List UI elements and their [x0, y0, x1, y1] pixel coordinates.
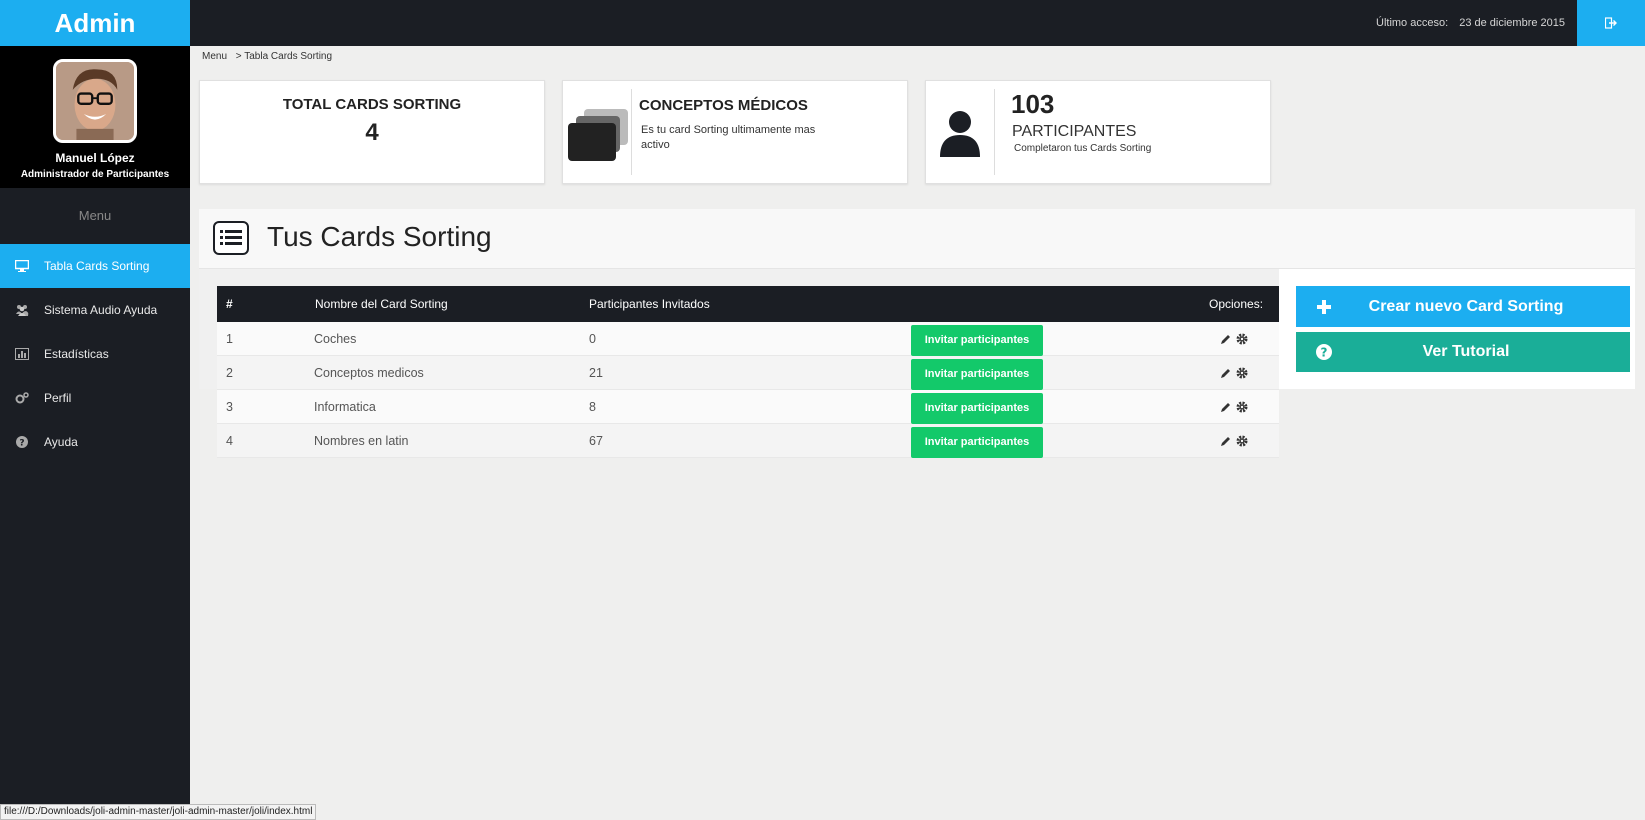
invite-participants-button[interactable]: Invitar participantes — [911, 325, 1043, 356]
row-options — [1220, 322, 1248, 356]
plus-icon — [1296, 299, 1352, 314]
table-row: 3 Informatica 8 Invitar participantes — [217, 390, 1279, 424]
top-bar: Último acceso: 23 de diciembre 2015 — [190, 0, 1645, 46]
logout-button[interactable] — [1577, 0, 1645, 46]
row-options — [1220, 390, 1248, 424]
avatar-image — [56, 62, 134, 140]
avatar[interactable] — [53, 59, 137, 143]
user-icon — [940, 111, 980, 157]
sidebar-item-label: Estadísticas — [44, 347, 109, 361]
gear-icon[interactable] — [1236, 435, 1248, 447]
row-num: 4 — [226, 434, 233, 448]
row-options — [1220, 424, 1248, 458]
stat-card-total: TOTAL CARDS SORTING 4 — [199, 80, 545, 184]
svg-text:?: ? — [19, 439, 24, 449]
table-row: 4 Nombres en latin 67 Invitar participan… — [217, 424, 1279, 458]
edit-icon[interactable] — [1220, 333, 1232, 345]
sidebar-item-label: Perfil — [44, 391, 72, 405]
breadcrumb-root[interactable]: Menu — [202, 51, 227, 62]
gears-icon — [14, 391, 30, 405]
row-name: Informatica — [314, 400, 376, 414]
stat-participants-label: PARTICIPANTES — [1012, 123, 1137, 140]
brand-logo[interactable]: Admin — [0, 0, 190, 46]
svg-text:?: ? — [1321, 346, 1328, 360]
edit-icon[interactable] — [1220, 435, 1232, 447]
header-name: Nombre del Card Sorting — [315, 297, 448, 311]
table-row: 1 Coches 0 Invitar participantes — [217, 322, 1279, 356]
sidebar-item-label: Ayuda — [44, 435, 78, 449]
sidebar: Admin Manuel López Administrador de Part… — [0, 0, 190, 820]
profile-card: Manuel López Administrador de Participan… — [0, 46, 190, 188]
row-name: Conceptos medicos — [314, 366, 424, 380]
row-num: 1 — [226, 332, 233, 346]
list-icon — [213, 221, 249, 255]
profile-name: Manuel López — [55, 151, 135, 165]
sidebar-item-estadisticas[interactable]: Estadísticas — [0, 332, 190, 376]
stat-card-participants: 103 PARTICIPANTES Completaron tus Cards … — [925, 80, 1271, 184]
create-button-label: Crear nuevo Card Sorting — [1368, 297, 1564, 315]
invite-participants-button[interactable]: Invitar participantes — [911, 359, 1043, 390]
breadcrumb-current: > Tabla Cards Sorting — [235, 51, 333, 62]
cards-stack-icon — [568, 109, 628, 161]
row-options — [1220, 356, 1248, 390]
sidebar-item-perfil[interactable]: Perfil — [0, 376, 190, 420]
sidebar-item-label: Sistema Audio Ayuda — [44, 303, 158, 317]
breadcrumb: Menu > Tabla Cards Sorting — [202, 51, 338, 62]
stat-participants-sub: Completaron tus Cards Sorting — [1014, 143, 1152, 154]
last-access: Último acceso: 23 de diciembre 2015 — [1376, 0, 1565, 46]
gear-icon[interactable] — [1236, 401, 1248, 413]
sidebar-item-ayuda[interactable]: ? Ayuda — [0, 420, 190, 464]
stat-total-title: TOTAL CARDS SORTING — [282, 96, 462, 113]
header-invited: Participantes Invitados — [589, 297, 710, 311]
create-card-sorting-button[interactable]: Crear nuevo Card Sorting — [1296, 286, 1630, 327]
gear-icon[interactable] — [1236, 333, 1248, 345]
question-circle-icon: ? — [1296, 344, 1352, 360]
invite-participants-button[interactable]: Invitar participantes — [911, 427, 1043, 458]
header-options: Opciones: — [1209, 297, 1264, 311]
card-divider — [994, 89, 995, 175]
stat-total-value: 4 — [365, 119, 379, 146]
menu-title: Menu — [78, 208, 112, 223]
row-name: Nombres en latin — [314, 434, 409, 448]
row-num: 3 — [226, 400, 233, 414]
row-invited: 8 — [589, 400, 596, 414]
row-invited: 21 — [589, 366, 603, 380]
header-num: # — [226, 297, 233, 311]
stat-card-concept: CONCEPTOS MÉDICOS Es tu card Sorting ult… — [562, 80, 908, 184]
monitor-icon — [14, 259, 30, 273]
edit-icon[interactable] — [1220, 367, 1232, 379]
sign-out-icon — [1605, 17, 1617, 29]
row-name: Coches — [314, 332, 357, 346]
edit-icon[interactable] — [1220, 401, 1232, 413]
last-access-label: Último acceso: — [1376, 17, 1449, 29]
tutorial-button-label: Ver Tutorial — [1422, 343, 1510, 360]
view-tutorial-button[interactable]: ? Ver Tutorial — [1296, 332, 1630, 372]
stat-participants-value: 103 — [1011, 89, 1055, 119]
table-header: # Nombre del Card Sorting Participantes … — [217, 286, 1279, 322]
panel-title: Tus Cards Sorting — [267, 221, 492, 252]
card-divider — [631, 89, 632, 175]
row-invited: 67 — [589, 434, 603, 448]
gear-icon[interactable] — [1236, 367, 1248, 379]
panel-header: Tus Cards Sorting — [199, 209, 1635, 269]
sidebar-item-tabla-cards-sorting[interactable]: Tabla Cards Sorting — [0, 244, 190, 288]
cards-table: # Nombre del Card Sorting Participantes … — [217, 286, 1279, 458]
table-row: 2 Conceptos medicos 21 Invitar participa… — [217, 356, 1279, 390]
row-invited: 0 — [589, 332, 596, 346]
profile-role: Administrador de Participantes — [20, 169, 170, 180]
bar-chart-icon — [14, 347, 30, 361]
users-icon — [14, 303, 30, 317]
row-num: 2 — [226, 366, 233, 380]
question-circle-icon: ? — [14, 435, 30, 449]
sidebar-item-label: Tabla Cards Sorting — [44, 259, 150, 273]
browser-status-url: file:///D:/Downloads/joli-admin-master/j… — [0, 804, 317, 820]
invite-participants-button[interactable]: Invitar participantes — [911, 393, 1043, 424]
sidebar-item-sistema-audio-ayuda[interactable]: Sistema Audio Ayuda — [0, 288, 190, 332]
stat-concept-title: CONCEPTOS MÉDICOS — [639, 97, 808, 114]
stat-concept-desc: Es tu card Sorting ultimamente mas activ… — [641, 124, 816, 151]
last-access-value: 23 de diciembre 2015 — [1459, 17, 1565, 29]
